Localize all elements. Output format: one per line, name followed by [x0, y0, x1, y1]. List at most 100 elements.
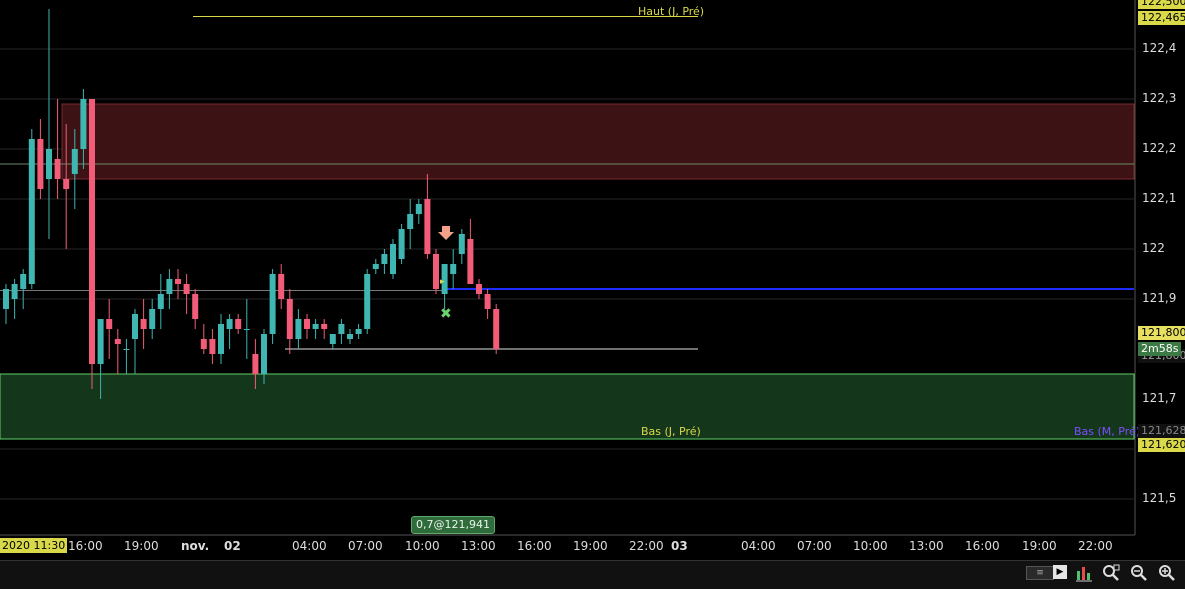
x-tick-label: 16:00 [965, 539, 1000, 553]
countdown-badge: 2m58s [1138, 342, 1182, 356]
price-chart[interactable]: ✖ ▸ [0, 0, 1185, 588]
x-tick-label: 19:00 [124, 539, 159, 553]
candle [467, 219, 474, 284]
candle-body [243, 329, 250, 330]
entry-marker-icon: ▸ [440, 277, 445, 287]
candle-body [355, 329, 362, 334]
candle [338, 319, 345, 344]
x-tick-label: nov. [181, 539, 210, 553]
haut-label: Haut (J, Pré) [638, 5, 705, 18]
candle-body [28, 139, 35, 284]
horizontal-scroll-thumb[interactable]: ≡ [1026, 566, 1054, 580]
candle-body [338, 324, 345, 334]
candle-body [467, 239, 474, 284]
chart-type-icon[interactable] [1074, 563, 1094, 583]
zoom-in-icon[interactable] [1157, 563, 1177, 583]
support-zone [0, 373, 1135, 440]
candle [157, 274, 164, 329]
current-price-tag: 121,800 [1138, 326, 1185, 340]
candle-body [46, 149, 52, 179]
candle [364, 269, 371, 334]
candle-body [157, 294, 164, 309]
candle-body [415, 204, 422, 214]
candle-body [89, 99, 95, 364]
chart-start-date: 2020 11:30 [0, 538, 68, 553]
candle-body [493, 309, 500, 349]
candle-body [11, 284, 18, 299]
candle [476, 279, 482, 299]
candle-body [54, 159, 61, 179]
candle [295, 309, 302, 349]
candle-body [321, 324, 328, 329]
x-tick-label: 04:00 [292, 539, 327, 553]
candle [235, 314, 242, 334]
y-tick-label: 121,5 [1142, 491, 1177, 505]
candle-body [278, 274, 285, 299]
candle-body [71, 149, 78, 174]
candle-body [106, 319, 113, 329]
x-tick-label: 19:00 [1022, 539, 1057, 553]
candle [123, 339, 130, 374]
candle [304, 314, 310, 339]
candle [226, 314, 233, 349]
candle [450, 249, 457, 289]
candle-body [209, 339, 216, 354]
zoom-out-icon[interactable] [1129, 563, 1149, 583]
x-tick-label: 03 [671, 539, 688, 553]
candle-body [200, 339, 207, 349]
x-tick-label: 02 [224, 539, 241, 553]
zoom-auto-icon[interactable] [1101, 563, 1121, 583]
candle [424, 174, 431, 259]
candle-body [364, 274, 371, 329]
x-tick-label: 22:00 [629, 539, 664, 553]
candle-body [175, 279, 181, 284]
candle [278, 264, 285, 309]
y-tick-label: 122,3 [1142, 91, 1177, 105]
lower-price-tag: 121,628 [1138, 424, 1185, 438]
x-tick-label: 10:00 [853, 539, 888, 553]
candle [390, 239, 396, 279]
candle [209, 329, 216, 364]
y-tick-label: 122 [1142, 241, 1165, 255]
candle [114, 329, 121, 374]
x-tick-label: 16:00 [68, 539, 103, 553]
candle-body [390, 244, 396, 274]
candle-body [218, 324, 224, 354]
candle-body [269, 274, 276, 334]
candle [166, 269, 173, 309]
candle [433, 249, 439, 294]
candle-body [226, 319, 233, 329]
candle-body [140, 319, 147, 329]
candle [28, 129, 35, 289]
candle-body [484, 294, 491, 309]
bas-label: Bas (J, Pré) [641, 425, 701, 438]
candle [106, 299, 113, 359]
x-tick-label: 07:00 [797, 539, 832, 553]
candle-body [3, 289, 9, 309]
candle [132, 309, 138, 374]
candle-body [312, 324, 319, 329]
candle [192, 289, 199, 329]
candle-body [80, 99, 87, 149]
candle [372, 259, 379, 274]
x-tick-label: 19:00 [573, 539, 608, 553]
candle-body [295, 319, 302, 339]
candle-body [37, 139, 44, 189]
candle-body [123, 349, 130, 350]
chart-toolbar [0, 560, 1185, 589]
candle [407, 199, 414, 249]
top-price-tag: 122,500 [1138, 0, 1185, 9]
candle [3, 284, 9, 324]
scroll-right-button[interactable]: ▶ [1053, 565, 1067, 579]
candle [493, 304, 500, 354]
haut-price-tag: 122,465 [1138, 11, 1185, 25]
resistance-zone [61, 103, 1135, 180]
candle-body [381, 254, 388, 264]
candle [89, 99, 95, 389]
candle-body [166, 279, 173, 294]
candle-body [192, 294, 199, 319]
cursor-price-badge: 0,7@121,941 [411, 516, 495, 534]
candle-body [261, 334, 267, 374]
candle-body [407, 214, 414, 229]
candle-body [20, 274, 27, 289]
